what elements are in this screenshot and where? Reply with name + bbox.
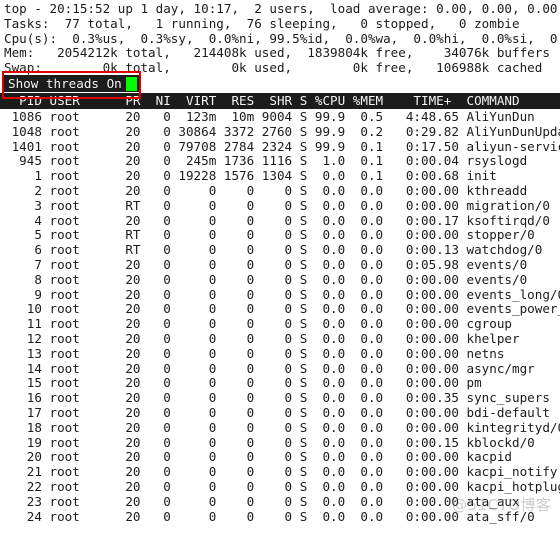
process-row[interactable]: 1401 root 20 0 79708 2784 2324 S 99.9 0.… [0,139,560,155]
summary-tasks-line: Tasks: 77 total, 1 running, 76 sleeping,… [4,15,520,31]
process-table-header[interactable]: PID USER PR NI VIRT RES SHR S %CPU %MEM … [0,93,560,109]
summary-cpu-line: Cpu(s): 0.3%us, 0.3%sy, 0.0%ni, 99.5%id,… [4,30,560,46]
process-row[interactable]: 24 root 20 0 0 0 0 S 0.0 0.0 0:00.00 ata… [0,509,560,525]
process-row[interactable]: 17 root 20 0 0 0 0 S 0.0 0.0 0:00.00 bdi… [0,405,560,421]
process-row[interactable]: 16 root 20 0 0 0 0 S 0.0 0.0 0:00.35 syn… [0,390,560,406]
process-row[interactable]: 19 root 20 0 0 0 0 S 0.0 0.0 0:00.15 kbl… [0,435,560,451]
process-row[interactable]: 1 root 20 0 19228 1576 1304 S 0.0 0.1 0:… [0,168,560,184]
process-row[interactable]: 23 root 20 0 0 0 0 S 0.0 0.0 0:00.00 ata… [0,494,560,510]
summary-mem-line: Mem: 2054212k total, 214408k used, 18398… [4,45,550,61]
process-row[interactable]: 1086 root 20 0 123m 10m 9004 S 99.9 0.5 … [0,109,560,125]
process-row[interactable]: 13 root 20 0 0 0 0 S 0.0 0.0 0:00.00 net… [0,346,560,362]
process-row[interactable]: 18 root 20 0 0 0 0 S 0.0 0.0 0:00.00 kin… [0,420,560,436]
show-threads-message-bar[interactable]: Show threads On [4,75,139,92]
process-row[interactable]: 14 root 20 0 0 0 0 S 0.0 0.0 0:00.00 asy… [0,361,560,377]
summary-swap-line: Swap: 0k total, 0k used, 0k free, 106988… [4,60,543,76]
terminal-window[interactable]: top - 20:15:52 up 1 day, 10:17, 2 users,… [0,0,560,534]
process-row[interactable]: 4 root 20 0 0 0 0 S 0.0 0.0 0:00.17 ksof… [0,213,560,229]
process-row[interactable]: 2 root 20 0 0 0 0 S 0.0 0.0 0:00.00 kthr… [0,183,560,199]
top-summary-block: top - 20:15:52 up 1 day, 10:17, 2 users,… [0,1,560,76]
show-threads-message-text: Show threads On [8,76,122,91]
process-row[interactable]: 7 root 20 0 0 0 0 S 0.0 0.0 0:05.98 even… [0,257,560,273]
process-row[interactable]: 9 root 20 0 0 0 0 S 0.0 0.0 0:00.00 even… [0,287,560,303]
process-row[interactable]: 1048 root 20 0 30864 3372 2760 S 99.9 0.… [0,124,560,140]
process-row[interactable]: 20 root 20 0 0 0 0 S 0.0 0.0 0:00.00 kac… [0,450,560,465]
process-row[interactable]: 945 root 20 0 245m 1736 1116 S 1.0 0.1 0… [0,154,560,169]
process-row[interactable]: 5 root RT 0 0 0 0 S 0.0 0.0 0:00.00 stop… [0,228,560,243]
process-row[interactable]: 3 root RT 0 0 0 0 S 0.0 0.0 0:00.00 migr… [0,198,560,214]
process-row[interactable]: 8 root 20 0 0 0 0 S 0.0 0.0 0:00.00 even… [0,272,560,288]
process-row[interactable]: 12 root 20 0 0 0 0 S 0.0 0.0 0:00.00 khe… [0,331,560,347]
process-row[interactable]: 15 root 20 0 0 0 0 S 0.0 0.0 0:00.00 pm [0,376,560,391]
block-cursor-icon [125,76,137,91]
process-row[interactable]: 6 root RT 0 0 0 0 S 0.0 0.0 0:00.13 watc… [0,242,560,258]
summary-uptime-line: top - 20:15:52 up 1 day, 10:17, 2 users,… [4,1,558,16]
process-row[interactable]: 10 root 20 0 0 0 0 S 0.0 0.0 0:00.00 eve… [0,302,560,317]
process-row[interactable]: 11 root 20 0 0 0 0 S 0.0 0.0 0:00.00 cgr… [0,316,560,332]
process-row[interactable]: 22 root 20 0 0 0 0 S 0.0 0.0 0:00.00 kac… [0,479,560,495]
process-table-body: 1086 root 20 0 123m 10m 9004 S 99.9 0.5 … [0,109,560,525]
process-row[interactable]: 21 root 20 0 0 0 0 S 0.0 0.0 0:00.00 kac… [0,464,560,480]
